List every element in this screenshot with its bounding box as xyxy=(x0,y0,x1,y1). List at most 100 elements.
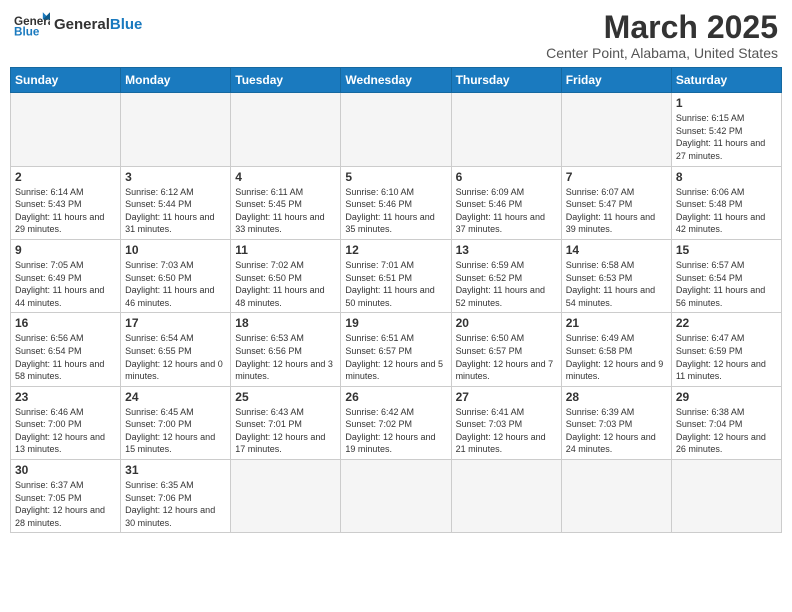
day-number: 2 xyxy=(15,170,116,184)
day-number: 30 xyxy=(15,463,116,477)
day-info: Sunrise: 6:57 AMSunset: 6:54 PMDaylight:… xyxy=(676,259,777,309)
calendar-table: SundayMondayTuesdayWednesdayThursdayFrid… xyxy=(10,67,782,533)
calendar-cell xyxy=(561,93,671,166)
day-info: Sunrise: 6:35 AMSunset: 7:06 PMDaylight:… xyxy=(125,479,226,529)
day-info: Sunrise: 6:07 AMSunset: 5:47 PMDaylight:… xyxy=(566,186,667,236)
calendar-cell: 29 Sunrise: 6:38 AMSunset: 7:04 PMDayligh… xyxy=(671,386,781,459)
day-info: Sunrise: 6:37 AMSunset: 7:05 PMDaylight:… xyxy=(15,479,116,529)
day-info: Sunrise: 6:12 AMSunset: 5:44 PMDaylight:… xyxy=(125,186,226,236)
month-title: March 2025 xyxy=(546,10,778,45)
day-info: Sunrise: 6:38 AMSunset: 7:04 PMDaylight:… xyxy=(676,406,777,456)
day-info: Sunrise: 6:49 AMSunset: 6:58 PMDaylight:… xyxy=(566,332,667,382)
logo-icon: General Blue xyxy=(14,10,50,38)
day-number: 25 xyxy=(235,390,336,404)
calendar-cell: 18Sunrise: 6:53 AMSunset: 6:56 PMDayligh… xyxy=(231,313,341,386)
calendar-cell: 9Sunrise: 7:05 AMSunset: 6:49 PMDaylight… xyxy=(11,239,121,312)
calendar-cell: 24Sunrise: 6:45 AMSunset: 7:00 PMDayligh… xyxy=(121,386,231,459)
day-number: 4 xyxy=(235,170,336,184)
day-info: Sunrise: 6:09 AMSunset: 5:46 PMDaylight:… xyxy=(456,186,557,236)
calendar-cell xyxy=(561,460,671,533)
day-number: 23 xyxy=(15,390,116,404)
day-number: 20 xyxy=(456,316,557,330)
calendar-week-4: 16Sunrise: 6:56 AMSunset: 6:54 PMDayligh… xyxy=(11,313,782,386)
subtitle: Center Point, Alabama, United States xyxy=(546,45,778,61)
day-info: Sunrise: 6:58 AMSunset: 6:53 PMDaylight:… xyxy=(566,259,667,309)
day-number: 26 xyxy=(345,390,446,404)
day-number: 16 xyxy=(15,316,116,330)
day-info: Sunrise: 6:14 AMSunset: 5:43 PMDaylight:… xyxy=(15,186,116,236)
day-number: 22 xyxy=(676,316,777,330)
calendar-cell: 20Sunrise: 6:50 AMSunset: 6:57 PMDayligh… xyxy=(451,313,561,386)
logo: General Blue GeneralBlue xyxy=(14,10,142,38)
calendar-cell xyxy=(341,93,451,166)
day-number: 11 xyxy=(235,243,336,257)
calendar-cell: 22Sunrise: 6:47 AMSunset: 6:59 PMDayligh… xyxy=(671,313,781,386)
day-number: 28 xyxy=(566,390,667,404)
calendar-cell xyxy=(231,93,341,166)
weekday-header-monday: Monday xyxy=(121,68,231,93)
calendar-cell xyxy=(121,93,231,166)
day-number: 10 xyxy=(125,243,226,257)
day-info: Sunrise: 6:53 AMSunset: 6:56 PMDaylight:… xyxy=(235,332,336,382)
calendar-cell: 1Sunrise: 6:15 AMSunset: 5:42 PMDaylight… xyxy=(671,93,781,166)
calendar-cell xyxy=(231,460,341,533)
calendar-cell: 28Sunrise: 6:39 AMSunset: 7:03 PMDayligh… xyxy=(561,386,671,459)
day-info: Sunrise: 7:05 AMSunset: 6:49 PMDaylight:… xyxy=(15,259,116,309)
calendar-cell: 6 Sunrise: 6:09 AMSunset: 5:46 PMDaylight… xyxy=(451,166,561,239)
day-info: Sunrise: 6:15 AMSunset: 5:42 PMDaylight:… xyxy=(676,112,777,162)
calendar-cell: 27Sunrise: 6:41 AMSunset: 7:03 PMDayligh… xyxy=(451,386,561,459)
calendar-week-2: 2 Sunrise: 6:14 AMSunset: 5:43 PMDaylight… xyxy=(11,166,782,239)
day-number: 8 xyxy=(676,170,777,184)
calendar-cell: 12 Sunrise: 7:01 AMSunset: 6:51 PMDayligh… xyxy=(341,239,451,312)
day-number: 15 xyxy=(676,243,777,257)
weekday-header-saturday: Saturday xyxy=(671,68,781,93)
calendar-cell xyxy=(341,460,451,533)
day-info: Sunrise: 6:43 AMSunset: 7:01 PMDaylight:… xyxy=(235,406,336,456)
calendar-cell: 5 Sunrise: 6:10 AMSunset: 5:46 PMDaylight… xyxy=(341,166,451,239)
calendar-cell: 2 Sunrise: 6:14 AMSunset: 5:43 PMDaylight… xyxy=(11,166,121,239)
page-header: General Blue GeneralBlue March 2025 Cent… xyxy=(10,10,782,61)
calendar-cell: 23 Sunrise: 6:46 AMSunset: 7:00 PMDayligh… xyxy=(11,386,121,459)
calendar-cell: 25 Sunrise: 6:43 AMSunset: 7:01 PMDayligh… xyxy=(231,386,341,459)
day-number: 5 xyxy=(345,170,446,184)
logo-blue: Blue xyxy=(110,16,143,33)
day-number: 27 xyxy=(456,390,557,404)
calendar-cell: 31Sunrise: 6:35 AMSunset: 7:06 PMDayligh… xyxy=(121,460,231,533)
day-info: Sunrise: 7:01 AMSunset: 6:51 PMDaylight:… xyxy=(345,259,446,309)
day-info: Sunrise: 6:46 AMSunset: 7:00 PMDaylight:… xyxy=(15,406,116,456)
calendar-week-3: 9Sunrise: 7:05 AMSunset: 6:49 PMDaylight… xyxy=(11,239,782,312)
calendar-cell: 30 Sunrise: 6:37 AMSunset: 7:05 PMDayligh… xyxy=(11,460,121,533)
calendar-cell: 10Sunrise: 7:03 AMSunset: 6:50 PMDayligh… xyxy=(121,239,231,312)
calendar-cell: 16Sunrise: 6:56 AMSunset: 6:54 PMDayligh… xyxy=(11,313,121,386)
calendar-cell: 19 Sunrise: 6:51 AMSunset: 6:57 PMDayligh… xyxy=(341,313,451,386)
weekday-header-tuesday: Tuesday xyxy=(231,68,341,93)
svg-text:Blue: Blue xyxy=(14,26,40,38)
calendar-week-5: 23 Sunrise: 6:46 AMSunset: 7:00 PMDayligh… xyxy=(11,386,782,459)
day-number: 17 xyxy=(125,316,226,330)
weekday-header-friday: Friday xyxy=(561,68,671,93)
calendar-cell: 26Sunrise: 6:42 AMSunset: 7:02 PMDayligh… xyxy=(341,386,451,459)
calendar-cell xyxy=(671,460,781,533)
day-number: 19 xyxy=(345,316,446,330)
day-info: Sunrise: 6:45 AMSunset: 7:00 PMDaylight:… xyxy=(125,406,226,456)
day-info: Sunrise: 6:10 AMSunset: 5:46 PMDaylight:… xyxy=(345,186,446,236)
calendar-week-6: 30 Sunrise: 6:37 AMSunset: 7:05 PMDayligh… xyxy=(11,460,782,533)
calendar-cell: 17Sunrise: 6:54 AMSunset: 6:55 PMDayligh… xyxy=(121,313,231,386)
day-number: 14 xyxy=(566,243,667,257)
calendar-cell: 21 Sunrise: 6:49 AMSunset: 6:58 PMDayligh… xyxy=(561,313,671,386)
day-number: 3 xyxy=(125,170,226,184)
calendar-week-1: 1Sunrise: 6:15 AMSunset: 5:42 PMDaylight… xyxy=(11,93,782,166)
logo-general: General xyxy=(54,16,110,33)
day-info: Sunrise: 6:06 AMSunset: 5:48 PMDaylight:… xyxy=(676,186,777,236)
day-info: Sunrise: 7:02 AMSunset: 6:50 PMDaylight:… xyxy=(235,259,336,309)
day-number: 12 xyxy=(345,243,446,257)
calendar-cell: 13Sunrise: 6:59 AMSunset: 6:52 PMDayligh… xyxy=(451,239,561,312)
weekday-header-thursday: Thursday xyxy=(451,68,561,93)
calendar-cell: 15 Sunrise: 6:57 AMSunset: 6:54 PMDayligh… xyxy=(671,239,781,312)
day-number: 21 xyxy=(566,316,667,330)
day-info: Sunrise: 6:51 AMSunset: 6:57 PMDaylight:… xyxy=(345,332,446,382)
day-number: 6 xyxy=(456,170,557,184)
calendar-cell: 11 Sunrise: 7:02 AMSunset: 6:50 PMDayligh… xyxy=(231,239,341,312)
day-number: 29 xyxy=(676,390,777,404)
weekday-header-row: SundayMondayTuesdayWednesdayThursdayFrid… xyxy=(11,68,782,93)
